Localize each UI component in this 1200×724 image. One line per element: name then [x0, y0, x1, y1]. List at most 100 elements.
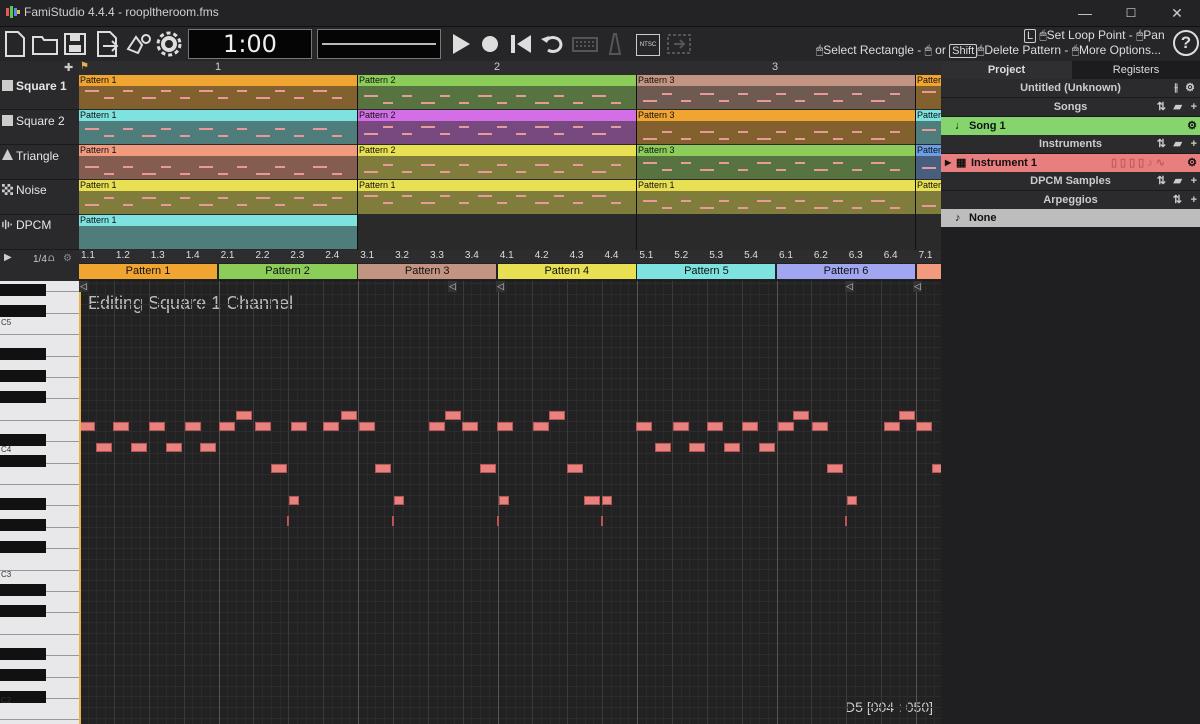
pattern-block[interactable]: Patter: [916, 145, 941, 179]
note[interactable]: [884, 422, 900, 431]
black-key[interactable]: [0, 583, 46, 596]
speaker-icon[interactable]: ◁: [913, 281, 922, 292]
arpeggio-item[interactable]: ♪ None: [941, 209, 1200, 227]
sort-icon[interactable]: ⇅: [1157, 98, 1166, 116]
instrument-settings-gear-icon[interactable]: ⚙: [1187, 154, 1197, 172]
add-arpeggio-icon[interactable]: +: [1191, 191, 1197, 209]
note[interactable]: [149, 422, 165, 431]
note[interactable]: [291, 422, 307, 431]
envelope-icons[interactable]: ▯▯▯▯♪∿: [1111, 154, 1168, 172]
note[interactable]: [847, 496, 857, 505]
note[interactable]: [289, 496, 299, 505]
note[interactable]: [932, 464, 941, 473]
load-folder-icon[interactable]: ▰: [1174, 135, 1182, 153]
qwerty-keyboard-icon[interactable]: [570, 29, 600, 59]
open-folder-icon[interactable]: [30, 29, 60, 59]
note[interactable]: [392, 516, 394, 526]
pattern-block[interactable]: Patter: [916, 110, 941, 144]
piano-keyboard[interactable]: C5 C4 C3 C2: [0, 281, 79, 724]
black-key[interactable]: [0, 498, 46, 510]
pattern-block[interactable]: Pattern 2: [358, 75, 636, 109]
white-key[interactable]: [0, 720, 79, 724]
load-folder-icon[interactable]: ▰: [1174, 98, 1182, 116]
note[interactable]: [429, 422, 445, 431]
note[interactable]: [113, 422, 129, 431]
note[interactable]: [689, 443, 705, 452]
note[interactable]: [497, 516, 499, 526]
project-settings-gear-icon[interactable]: ⚙: [1185, 79, 1195, 97]
channel-square2[interactable]: Square 2: [0, 110, 79, 145]
loop-icon[interactable]: [538, 29, 568, 59]
pattern-block[interactable]: Pattern 1: [79, 180, 357, 214]
note[interactable]: [899, 411, 915, 420]
note[interactable]: [549, 411, 565, 420]
pattern-block[interactable]: Pattern 2: [358, 145, 636, 179]
follow-mode-icon[interactable]: [664, 29, 694, 59]
note[interactable]: [166, 443, 182, 452]
metronome-icon[interactable]: [600, 29, 630, 59]
black-key[interactable]: [0, 669, 46, 682]
note[interactable]: [742, 422, 758, 431]
pattern-block[interactable]: Pattern 1: [358, 180, 636, 214]
pattern-tab[interactable]: [917, 264, 941, 279]
note[interactable]: [236, 411, 252, 420]
note[interactable]: [185, 422, 201, 431]
note[interactable]: [445, 411, 461, 420]
pattern-tab[interactable]: Pattern 3: [358, 264, 497, 279]
note[interactable]: [375, 464, 391, 473]
channel-dpcm[interactable]: DPCM: [0, 215, 79, 250]
song-settings-gear-icon[interactable]: ⚙: [1187, 117, 1197, 135]
note[interactable]: [567, 464, 583, 473]
note[interactable]: [655, 443, 671, 452]
note[interactable]: [584, 496, 600, 505]
pattern-block[interactable]: Pattern 3: [637, 75, 915, 109]
black-key[interactable]: [0, 369, 46, 382]
pattern-tab[interactable]: Pattern 5: [637, 264, 776, 279]
note[interactable]: [287, 516, 289, 526]
help-button[interactable]: ?: [1173, 30, 1199, 56]
black-key[interactable]: [0, 305, 46, 318]
speaker-icon[interactable]: ◁: [79, 281, 88, 292]
pattern-block[interactable]: Pattern 3: [637, 110, 915, 144]
sort-icon[interactable]: ⇅: [1157, 172, 1166, 190]
note[interactable]: [499, 496, 509, 505]
note[interactable]: [602, 496, 612, 505]
snap-zoom-label[interactable]: 1/4: [33, 254, 47, 265]
expand-arrow-icon[interactable]: ▶: [4, 252, 12, 263]
note[interactable]: [827, 464, 843, 473]
pattern-tab[interactable]: Pattern 4: [497, 264, 636, 279]
channel-triangle[interactable]: Triangle: [0, 145, 79, 180]
black-key[interactable]: [0, 433, 46, 446]
black-key[interactable]: [0, 348, 46, 361]
note[interactable]: [707, 422, 723, 431]
black-key[interactable]: [0, 647, 46, 660]
note[interactable]: [533, 422, 549, 431]
pattern-block[interactable]: Pattern 1: [79, 145, 357, 179]
black-key[interactable]: [0, 284, 46, 296]
add-song-icon[interactable]: +: [1191, 98, 1197, 116]
pattern-block[interactable]: Pattern 3: [637, 145, 915, 179]
load-folder-icon[interactable]: ▰: [1174, 172, 1182, 190]
sort-icon[interactable]: ⇅: [1173, 191, 1182, 209]
note[interactable]: [255, 422, 271, 431]
snap-icon[interactable]: ⩍: [48, 253, 55, 264]
note[interactable]: [79, 422, 95, 431]
save-icon[interactable]: [60, 29, 90, 59]
project-title-row[interactable]: Untitled (Unknown) ⫲ ⚙: [941, 79, 1200, 98]
note[interactable]: [673, 422, 689, 431]
pattern-tab[interactable]: Pattern 1: [79, 264, 217, 279]
note[interactable]: [462, 422, 478, 431]
piano-roll-beat-ruler[interactable]: 1.1 1.2 1.3 1.4 2.1 2.2 2.3 2.4 3.1 3.2 3.3 3.4 4.1 4…: [79, 250, 941, 263]
channel-noise[interactable]: Noise: [0, 180, 79, 215]
pattern-tab[interactable]: Pattern 2: [218, 264, 357, 279]
mixer-icon[interactable]: ⫲: [1174, 79, 1178, 97]
play-icon[interactable]: [446, 29, 476, 59]
black-key[interactable]: [0, 519, 46, 532]
sequencer-timeline[interactable]: ⚑ 1 2 3: [79, 61, 941, 75]
pattern-block[interactable]: Patter: [916, 180, 941, 214]
note[interactable]: [131, 443, 147, 452]
note[interactable]: [636, 422, 652, 431]
note[interactable]: [601, 516, 603, 526]
note[interactable]: [219, 422, 235, 431]
black-key[interactable]: [0, 391, 46, 403]
